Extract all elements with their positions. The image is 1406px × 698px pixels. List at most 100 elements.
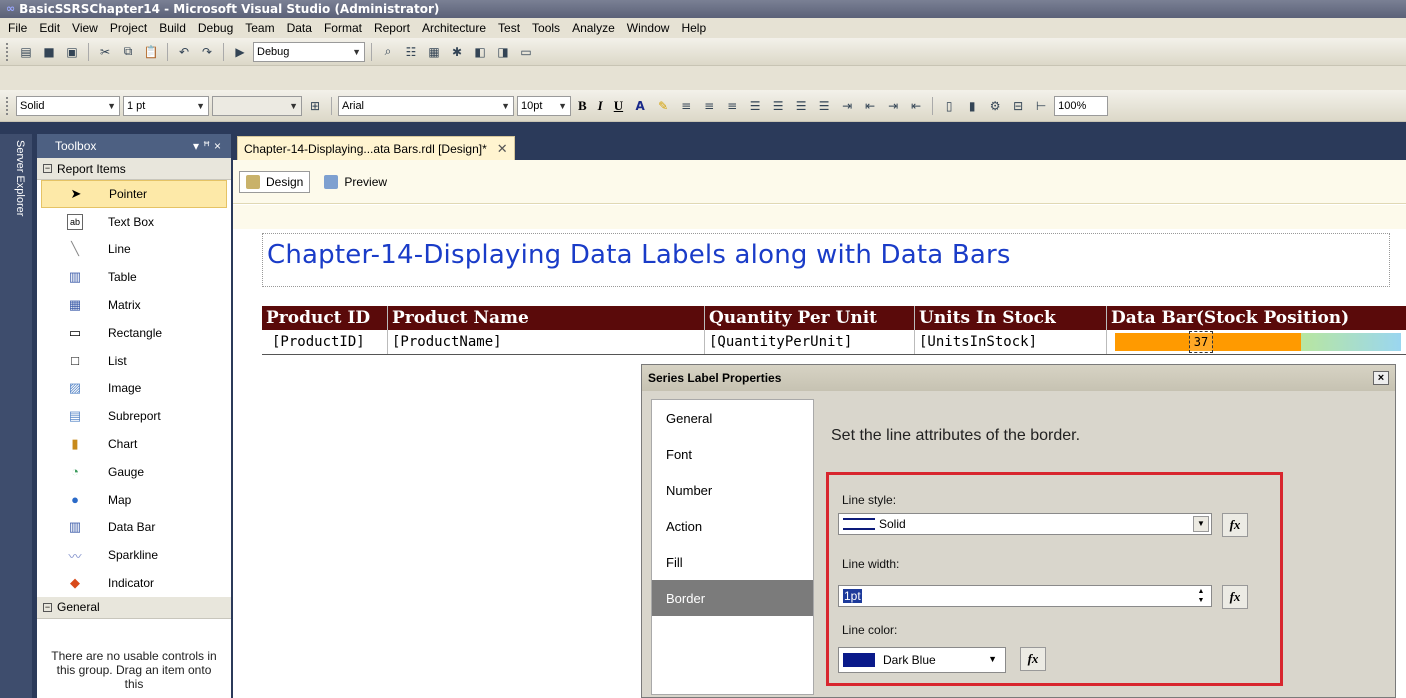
- tool-textbox[interactable]: ab Text Box: [37, 208, 231, 236]
- chevron-down-icon[interactable]: ▼: [1193, 516, 1209, 532]
- nav-number[interactable]: Number: [652, 472, 813, 508]
- dropdown-icon[interactable]: ▾: [193, 139, 203, 153]
- class-view-icon[interactable]: ◧: [470, 42, 490, 62]
- italic-button[interactable]: I: [594, 98, 607, 114]
- border-icon[interactable]: ⊞: [305, 96, 325, 116]
- menu-tools[interactable]: Tools: [526, 18, 566, 38]
- nav-border[interactable]: Border: [652, 580, 813, 616]
- report-properties-icon[interactable]: ▮: [962, 96, 982, 116]
- font-color-icon[interactable]: A: [630, 96, 650, 116]
- align-middle-icon[interactable]: ☰: [768, 96, 788, 116]
- toolbox-icon[interactable]: ✱: [447, 42, 467, 62]
- solution-explorer-icon[interactable]: ▦: [424, 42, 444, 62]
- cell-data-bar[interactable]: 37: [1107, 330, 1406, 354]
- collapse-icon[interactable]: −: [43, 602, 52, 612]
- save-icon[interactable]: ■: [39, 42, 59, 62]
- report-parameters-icon[interactable]: ⚙: [985, 96, 1005, 116]
- redo-icon[interactable]: ↷: [197, 42, 217, 62]
- pin-icon[interactable]: ꟸ: [203, 139, 214, 153]
- data-bar-label[interactable]: 37: [1189, 331, 1213, 353]
- tab-preview[interactable]: Preview: [318, 172, 393, 192]
- cut-icon[interactable]: ✂: [95, 42, 115, 62]
- menu-report[interactable]: Report: [368, 18, 416, 38]
- header-quantity-per-unit[interactable]: Quantity Per Unit: [705, 306, 915, 330]
- toolbar-grip[interactable]: [6, 42, 9, 61]
- close-icon[interactable]: ×: [214, 139, 225, 153]
- cell-units-in-stock[interactable]: [UnitsInStock]: [915, 330, 1107, 354]
- header-units-in-stock[interactable]: Units In Stock: [915, 306, 1107, 330]
- report-title-textbox[interactable]: Chapter-14-Displaying Data Labels along …: [262, 233, 1390, 287]
- spinner-icon[interactable]: ▲ ▼: [1194, 587, 1208, 605]
- menu-architecture[interactable]: Architecture: [416, 18, 492, 38]
- cell-product-id[interactable]: [ProductID]: [262, 330, 388, 354]
- tool-chart[interactable]: ▮ Chart: [37, 430, 231, 458]
- line-color-dropdown[interactable]: Dark Blue ▼: [838, 647, 1006, 673]
- tool-gauge[interactable]: ◔ Gauge: [37, 458, 231, 486]
- report-data-icon[interactable]: ▯: [939, 96, 959, 116]
- background-color-icon[interactable]: ✎: [653, 96, 673, 116]
- tool-indicator[interactable]: ◆ Indicator: [37, 569, 231, 597]
- toolbar-grip[interactable]: [6, 96, 9, 115]
- menu-edit[interactable]: Edit: [33, 18, 66, 38]
- document-tab[interactable]: Chapter-14-Displaying...ata Bars.rdl [De…: [237, 136, 515, 160]
- collapse-icon[interactable]: −: [43, 164, 52, 173]
- outdent-icon[interactable]: ⇤: [860, 96, 880, 116]
- align-top-icon[interactable]: ☰: [745, 96, 765, 116]
- menu-analyze[interactable]: Analyze: [566, 18, 621, 38]
- report-tablix[interactable]: Product ID Product Name Quantity Per Uni…: [262, 306, 1406, 355]
- align-center-icon[interactable]: ≡: [699, 96, 719, 116]
- undo-icon[interactable]: ↶: [174, 42, 194, 62]
- align-bottom-icon[interactable]: ☰: [791, 96, 811, 116]
- border-color-dropdown[interactable]: ▼: [212, 95, 302, 116]
- server-explorer-tab[interactable]: Server Explorer: [6, 140, 26, 270]
- copy-icon[interactable]: ⧉: [118, 42, 138, 62]
- line-style-dropdown[interactable]: Solid ▼: [838, 513, 1212, 535]
- menu-view[interactable]: View: [66, 18, 104, 38]
- menu-help[interactable]: Help: [675, 18, 712, 38]
- font-size-dropdown[interactable]: 10pt ▼: [517, 95, 571, 116]
- menu-file[interactable]: File: [2, 18, 33, 38]
- tool-databar[interactable]: ▥ Data Bar: [37, 514, 231, 542]
- tool-matrix[interactable]: ▦ Matrix: [37, 291, 231, 319]
- border-style-dropdown[interactable]: Solid ▼: [16, 95, 120, 116]
- bold-button[interactable]: B: [574, 98, 591, 114]
- bullets-icon[interactable]: ☰: [814, 96, 834, 116]
- tool-rectangle[interactable]: ▭ Rectangle: [37, 319, 231, 347]
- tool-image[interactable]: ▨ Image: [37, 375, 231, 403]
- line-width-input[interactable]: 1pt ▲ ▼: [838, 585, 1212, 607]
- cell-product-name[interactable]: [ProductName]: [388, 330, 705, 354]
- grouping-icon[interactable]: ⊟: [1008, 96, 1028, 116]
- chevron-down-icon[interactable]: ▼: [988, 654, 997, 664]
- nav-action[interactable]: Action: [652, 508, 813, 544]
- align-left-icon[interactable]: ≡: [676, 96, 696, 116]
- header-data-bar[interactable]: Data Bar(Stock Position): [1107, 306, 1406, 330]
- header-product-name[interactable]: Product Name: [388, 306, 705, 330]
- menu-window[interactable]: Window: [621, 18, 676, 38]
- nav-fill[interactable]: Fill: [652, 544, 813, 580]
- outdent-more-icon[interactable]: ⇤: [906, 96, 926, 116]
- line-color-expression-button[interactable]: fx: [1020, 647, 1046, 671]
- tool-sparkline[interactable]: 〰 Sparkline: [37, 541, 231, 569]
- tool-line[interactable]: ╲ Line: [37, 236, 231, 264]
- nav-font[interactable]: Font: [652, 436, 813, 472]
- tool-map[interactable]: ● Map: [37, 486, 231, 514]
- menu-data[interactable]: Data: [281, 18, 318, 38]
- tool-subreport[interactable]: ▤ Subreport: [37, 402, 231, 430]
- underline-button[interactable]: U: [610, 98, 627, 114]
- tab-design[interactable]: Design: [239, 170, 311, 193]
- tool-pointer[interactable]: ➤ Pointer: [41, 180, 227, 208]
- solution-config-dropdown[interactable]: Debug ▼: [253, 41, 365, 62]
- group-general[interactable]: − General: [37, 596, 231, 619]
- menu-debug[interactable]: Debug: [192, 18, 239, 38]
- group-report-items[interactable]: − Report Items: [37, 158, 231, 180]
- start-debug-icon[interactable]: ▶: [230, 42, 250, 62]
- border-width-dropdown[interactable]: 1 pt ▼: [123, 95, 209, 116]
- align-right-icon[interactable]: ≡: [722, 96, 742, 116]
- find-icon[interactable]: ⌕: [378, 42, 398, 62]
- menu-build[interactable]: Build: [153, 18, 192, 38]
- zoom-dropdown[interactable]: 100%: [1054, 95, 1109, 116]
- new-project-icon[interactable]: ▤: [16, 42, 36, 62]
- tool-list[interactable]: □ List: [37, 347, 231, 375]
- font-family-dropdown[interactable]: Arial ▼: [338, 95, 514, 116]
- indent-more-icon[interactable]: ⇥: [883, 96, 903, 116]
